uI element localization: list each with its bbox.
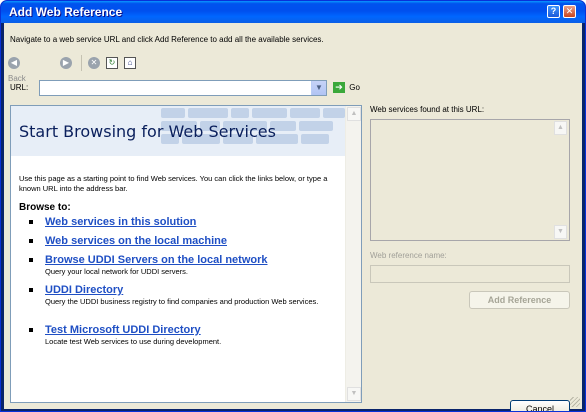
scroll-down-icon[interactable]: ▼ xyxy=(347,387,361,401)
url-input[interactable] xyxy=(42,82,310,94)
bullet-icon xyxy=(29,258,33,262)
url-label: URL: xyxy=(10,83,29,92)
services-found-list[interactable]: ▲ ▼ xyxy=(370,119,570,241)
browse-to-heading: Browse to: xyxy=(19,202,71,213)
add-web-reference-dialog: Add Web Reference ? ✕ Navigate to a web … xyxy=(0,0,586,412)
page-header-banner: Start Browsing for Web Services xyxy=(11,106,345,156)
services-list-scrollbar[interactable]: ▲ ▼ xyxy=(554,120,569,240)
dialog-client-area: Navigate to a web service URL and click … xyxy=(4,23,582,411)
go-arrow-icon: ➔ xyxy=(333,82,345,94)
link-description: Query the UDDI business registry to find… xyxy=(45,297,319,306)
intro-text: Use this page as a starting point to fin… xyxy=(19,174,328,193)
home-button[interactable]: ⌂ xyxy=(124,55,136,71)
refresh-icon: ↻ xyxy=(106,57,118,69)
scroll-up-icon[interactable]: ▲ xyxy=(554,121,567,135)
home-icon: ⌂ xyxy=(124,57,136,69)
title-bar[interactable]: Add Web Reference ? ✕ xyxy=(1,1,585,23)
link-local-machine-services[interactable]: Web services on the local machine xyxy=(45,235,227,247)
bullet-icon xyxy=(29,239,33,243)
instructions-text: Navigate to a web service URL and click … xyxy=(10,35,324,44)
chevron-down-icon[interactable]: ▼ xyxy=(311,81,326,95)
toolbar-separator xyxy=(81,55,82,71)
stop-icon: ✕ xyxy=(88,56,100,69)
bullet-icon xyxy=(29,288,33,292)
go-label: Go xyxy=(349,83,360,92)
go-button[interactable]: ➔ Go xyxy=(333,81,360,97)
refresh-button[interactable]: ↻ xyxy=(106,55,118,71)
scroll-up-icon[interactable]: ▲ xyxy=(347,107,361,121)
web-browser-pane[interactable]: Start Browsing for Web Services Use this… xyxy=(10,105,362,403)
browser-scrollbar[interactable]: ▲ ▼ xyxy=(345,106,361,402)
back-label: Back xyxy=(8,74,26,83)
link-uddi-directory[interactable]: UDDI Directory xyxy=(45,284,123,296)
forward-button[interactable]: ▶ xyxy=(60,55,72,71)
url-combobox[interactable]: ▼ xyxy=(39,80,327,96)
help-button[interactable]: ? xyxy=(547,5,560,18)
cancel-button[interactable]: Cancel xyxy=(510,400,570,411)
forward-arrow-icon: ▶ xyxy=(60,56,72,69)
link-solution-services[interactable]: Web services in this solution xyxy=(45,216,196,228)
page-title: Start Browsing for Web Services xyxy=(19,122,276,141)
link-test-uddi-directory[interactable]: Test Microsoft UDDI Directory xyxy=(45,324,201,336)
add-reference-button[interactable]: Add Reference xyxy=(469,291,570,309)
link-description: Query your local network for UDDI server… xyxy=(45,267,188,276)
bullet-icon xyxy=(29,328,33,332)
web-reference-name-label: Web reference name: xyxy=(370,251,447,260)
back-arrow-icon: ◀ xyxy=(8,56,20,69)
resize-grip-icon[interactable] xyxy=(570,397,580,407)
scroll-down-icon[interactable]: ▼ xyxy=(554,225,567,239)
dialog-title: Add Web Reference xyxy=(9,5,123,19)
browser-page: Start Browsing for Web Services Use this… xyxy=(11,106,345,402)
services-found-label: Web services found at this URL: xyxy=(370,105,485,114)
link-browse-uddi-servers[interactable]: Browse UDDI Servers on the local network xyxy=(45,254,268,266)
bullet-icon xyxy=(29,220,33,224)
link-description: Locate test Web services to use during d… xyxy=(45,337,222,346)
back-button[interactable]: ◀ Back xyxy=(8,55,26,83)
close-button[interactable]: ✕ xyxy=(563,5,576,18)
web-reference-name-input[interactable] xyxy=(370,265,570,283)
stop-button[interactable]: ✕ xyxy=(88,55,100,71)
